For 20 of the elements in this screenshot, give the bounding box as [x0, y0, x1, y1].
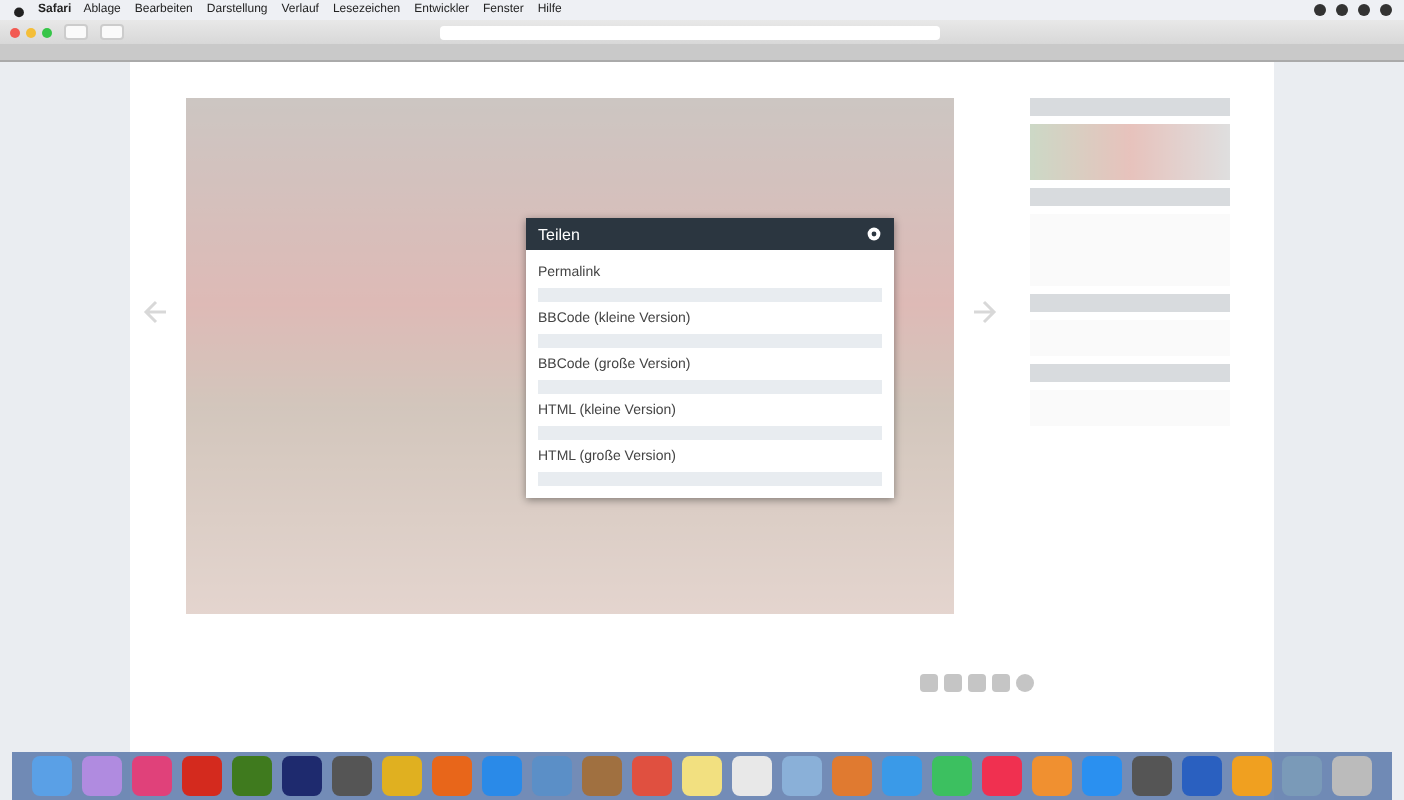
- forward-button[interactable]: [100, 24, 124, 40]
- app-icon[interactable]: [1132, 756, 1172, 796]
- app-icon[interactable]: [1332, 756, 1372, 796]
- app-icon[interactable]: [332, 756, 372, 796]
- app-icon[interactable]: [732, 756, 772, 796]
- address-field[interactable]: [440, 25, 940, 39]
- arrow-left-icon[interactable]: [142, 298, 170, 326]
- app-icon[interactable]: [1182, 756, 1222, 796]
- dialog-title: Teilen: [538, 225, 580, 243]
- arrow-right-icon[interactable]: [970, 298, 998, 326]
- minimize-icon[interactable]: [26, 27, 36, 37]
- thumbnail-strip[interactable]: [1030, 124, 1230, 180]
- settings-icon[interactable]: [866, 226, 882, 242]
- close-icon[interactable]: [10, 27, 20, 37]
- app-icon[interactable]: [382, 756, 422, 796]
- back-button[interactable]: [64, 24, 88, 40]
- zoom-icon[interactable]: [42, 27, 52, 37]
- app-icon[interactable]: [282, 756, 322, 796]
- app-icon[interactable]: [682, 756, 722, 796]
- apple-icon[interactable]: [12, 3, 26, 17]
